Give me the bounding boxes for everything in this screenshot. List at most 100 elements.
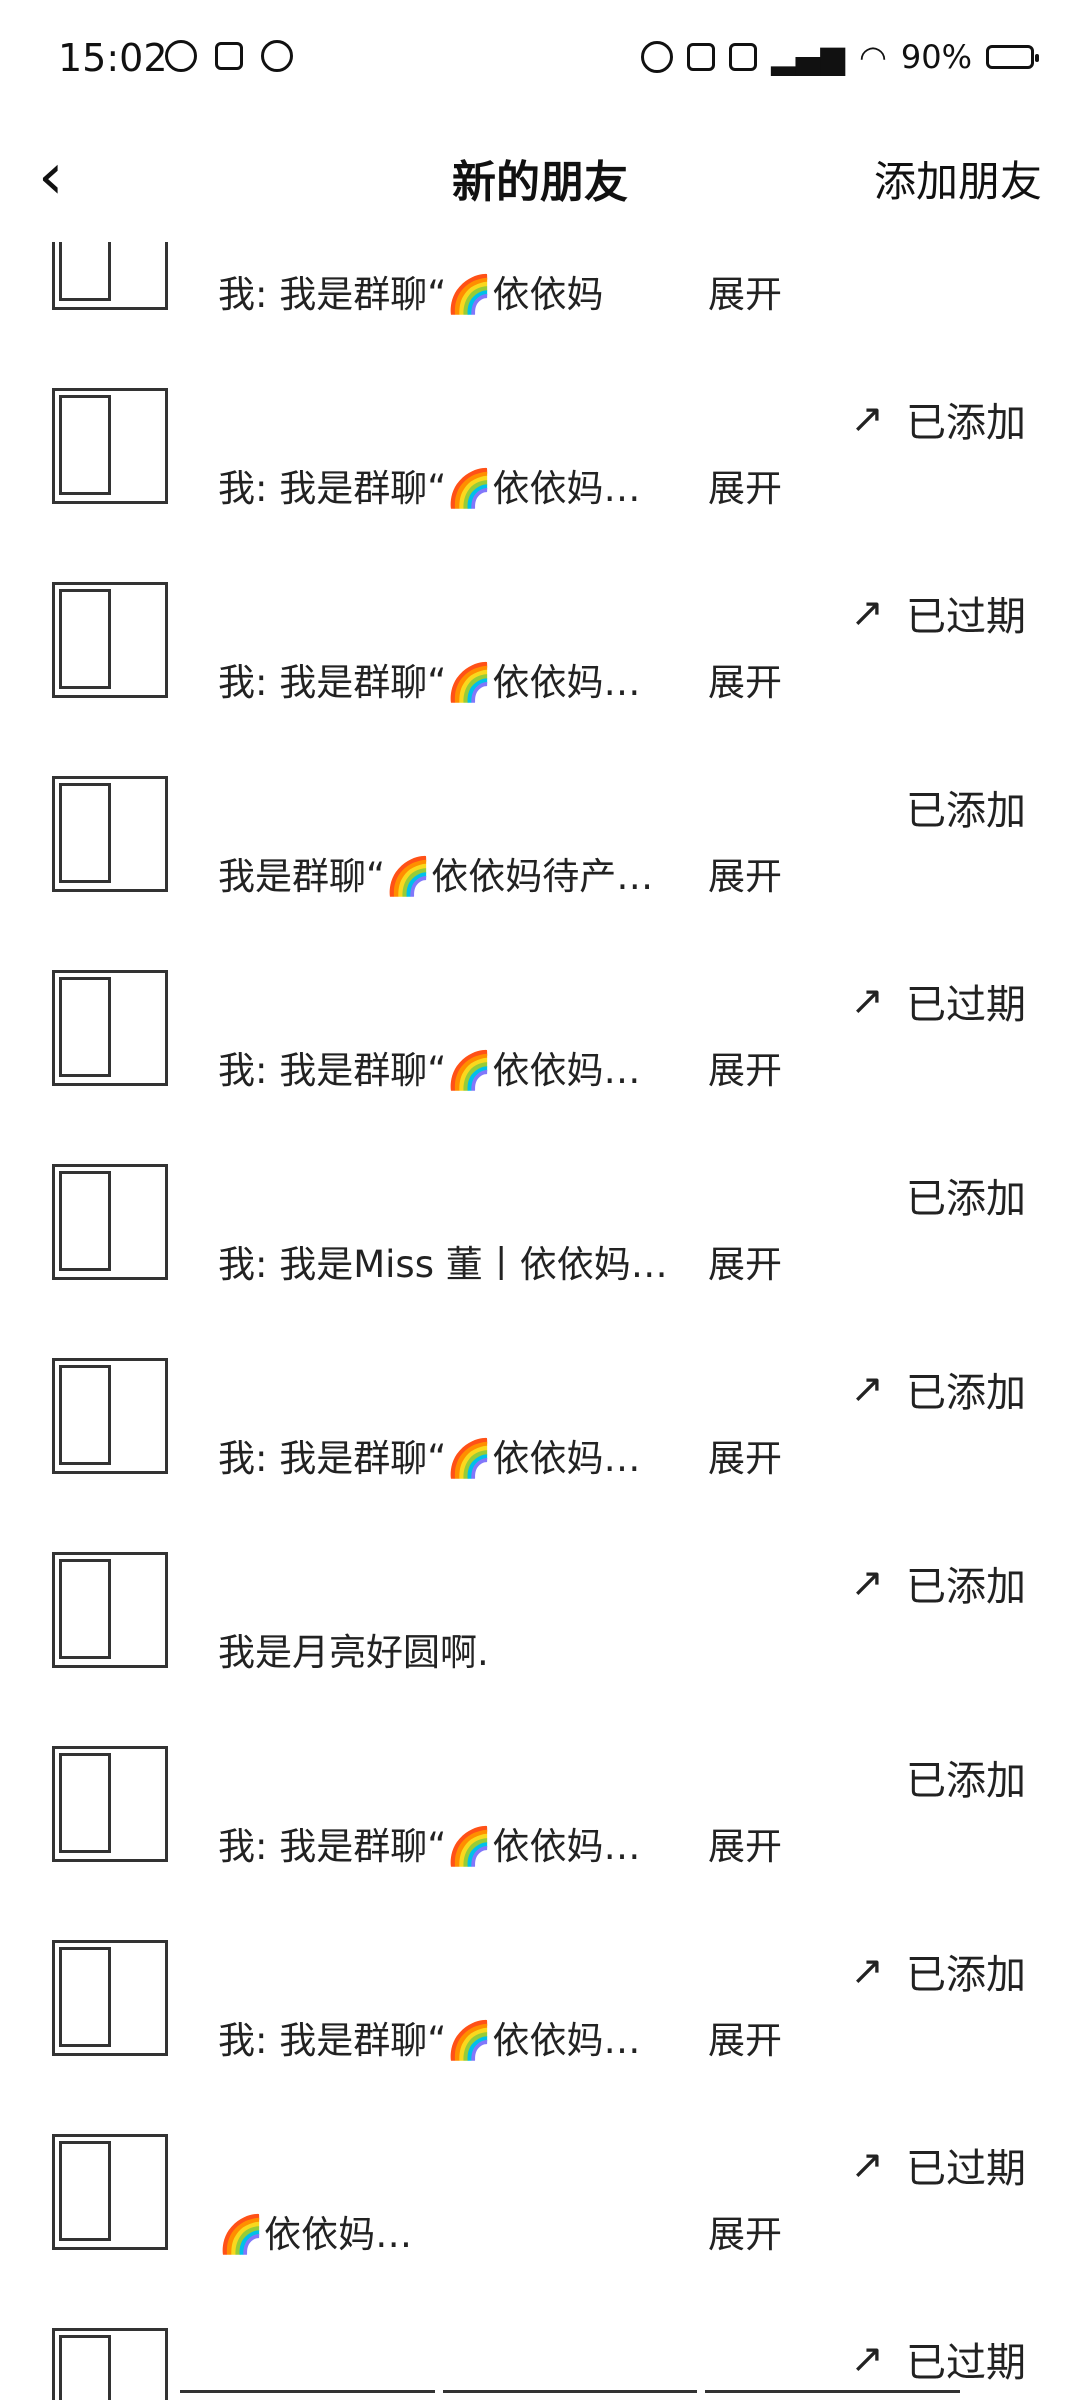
expand-button[interactable]: 展开 [708,458,782,512]
status-label: 已添加 [906,1176,1026,1222]
system-icons: ▂▄▆ ◠ 90% [641,38,1039,76]
status-label: 已过期 [906,982,1026,1028]
status-bar: 15:02 ▂▄▆ ◠ 90% [0,0,1080,122]
request-status: 已添加 [906,778,1026,836]
expand-button[interactable]: 展开 [708,1428,782,1482]
new-friends-list[interactable]: 我: 我是群聊“🌈依依妈 展开 我: 我是群聊“🌈依依妈… 展开 ↗ 已添加 我: 我是群聊… [0,242,1080,2400]
status-label: 已添加 [906,1952,1026,1998]
gesture-segment [705,2390,961,2400]
avatar-image [59,2335,111,2400]
status-label: 已添加 [906,1564,1026,1610]
request-message: 我: 我是群聊“🌈依依妈… [218,2019,641,2062]
expand-button[interactable]: 展开 [708,1816,782,1870]
battery-level: 90% [900,38,972,76]
request-status: 已添加 [906,1748,1026,1806]
avatar[interactable] [52,1164,168,1280]
status-label: 已添加 [906,1370,1026,1416]
avatar-image [59,977,111,1077]
arrow-up-right-icon: ↗ [850,1948,884,1994]
arrow-up-right-icon: ↗ [850,1366,884,1412]
top-nav-bar: ‹ 新的朋友 添加朋友 [0,122,1080,242]
friend-request-row[interactable]: 我: 我是群聊“🌈依依妈… 展开 已添加 [0,1724,1080,1917]
status-label: 已添加 [906,400,1026,446]
signal-icon: ▂▄▆ [771,38,845,76]
avatar[interactable] [52,1552,168,1668]
hd-icon [729,43,758,71]
request-status: ↗ 已添加 [850,390,1026,448]
request-message: 我: 我是Miss 董丨依依妈… [218,1243,668,1286]
avatar[interactable] [52,776,168,892]
arrow-up-right-icon: ↗ [850,590,884,636]
status-time: 15:02 [58,36,168,80]
gesture-segment [442,2390,698,2400]
request-message: 我: 我是群聊“🌈依依妈 [218,273,604,316]
avatar-image [59,2141,111,2241]
status-label: 已添加 [906,1758,1026,1804]
avatar[interactable] [52,1940,168,2056]
arrow-up-right-icon: ↗ [850,2336,884,2382]
avatar[interactable] [52,242,168,310]
avatar-image [59,1947,111,2047]
arrow-up-right-icon: ↗ [850,2142,884,2188]
expand-button[interactable]: 展开 [708,652,782,706]
arrow-up-right-icon: ↗ [850,1560,884,1606]
avatar[interactable] [52,388,168,504]
request-message: 我: 我是群聊“🌈依依妈… [218,661,641,704]
avatar-image [59,783,111,883]
avatar[interactable] [52,582,168,698]
avatar[interactable] [52,1746,168,1862]
expand-button[interactable]: 展开 [708,846,782,900]
avatar[interactable] [52,2134,168,2250]
avatar[interactable] [52,2328,168,2400]
status-label: 已过期 [906,594,1026,640]
request-message: 我: 我是群聊“🌈依依妈… [218,467,641,510]
expand-button[interactable]: 展开 [708,2010,782,2064]
friend-request-row[interactable]: 我: 我是群聊“🌈依依妈… 展开 ↗ 已过期 [0,948,1080,1141]
friend-request-row[interactable]: 我是群聊“🌈依依妈待产… 展开 已添加 [0,754,1080,947]
expand-button[interactable]: 展开 [708,1040,782,1094]
gesture-segment [180,2390,435,2400]
avatar-image [59,1559,111,1659]
request-message: 我: 我是群聊“🌈依依妈… [218,1437,641,1480]
friend-request-row[interactable]: 🌈依依妈… 展开 ↗ 已过期 [0,2112,1080,2305]
arrow-up-right-icon: ↗ [850,396,884,442]
gesture-bar [180,2390,961,2400]
expand-button[interactable]: 展开 [708,1234,782,1288]
request-status: ↗ 已过期 [850,2136,1026,2194]
avatar[interactable] [52,970,168,1086]
avatar-image [59,242,111,301]
app-notification-icon-2 [261,40,293,72]
request-message: 我是群聊“🌈依依妈待产… [218,855,654,898]
wechat-notification-icon [165,40,197,72]
friend-request-row[interactable]: 我: 我是群聊“🌈依依妈…展开↗已过期 [0,2306,1080,2400]
request-message: 我: 我是群聊“🌈依依妈… [218,1049,641,1092]
friend-request-row[interactable]: 我: 我是Miss 董丨依依妈… 展开 已添加 [0,1142,1080,1335]
avatar-image [59,589,111,689]
avatar-image [59,1171,111,1271]
avatar-image [59,395,111,495]
request-message: 我: 我是群聊“🌈依依妈… [218,1825,641,1868]
battery-icon [986,45,1039,69]
friend-request-row[interactable]: 我: 我是群聊“🌈依依妈… 展开 ↗ 已添加 [0,1918,1080,2111]
friend-request-row[interactable]: 我: 我是群聊“🌈依依妈 展开 [0,242,1080,365]
expand-button[interactable]: 展开 [708,2204,782,2258]
friend-request-row[interactable]: 我: 我是群聊“🌈依依妈… 展开 ↗ 已添加 [0,366,1080,559]
request-status: ↗ 已过期 [850,584,1026,642]
friend-request-row[interactable]: 我: 我是群聊“🌈依依妈… 展开 ↗ 已添加 [0,1336,1080,1529]
request-status: ↗ 已过期 [850,972,1026,1030]
avatar[interactable] [52,1358,168,1474]
wifi-icon: ◠ [858,38,887,76]
request-message: 我是月亮好圆啊. [218,1631,489,1674]
add-friend-button[interactable]: 添加朋友 [874,148,1042,209]
friend-request-row[interactable]: 我: 我是群聊“🌈依依妈… 展开 ↗ 已过期 [0,560,1080,753]
alarm-icon [641,41,674,73]
request-status: 已添加 [906,1166,1026,1224]
vibrate-icon [687,43,716,71]
request-status: ↗ 已添加 [850,1554,1026,1612]
notification-icons [165,40,293,72]
arrow-up-right-icon: ↗ [850,978,884,1024]
status-label: 已过期 [906,2340,1026,2386]
expand-button[interactable]: 展开 [708,264,782,318]
friend-request-row[interactable]: 我是月亮好圆啊. ↗ 已添加 [0,1530,1080,1723]
request-status: ↗ 已添加 [850,1360,1026,1418]
